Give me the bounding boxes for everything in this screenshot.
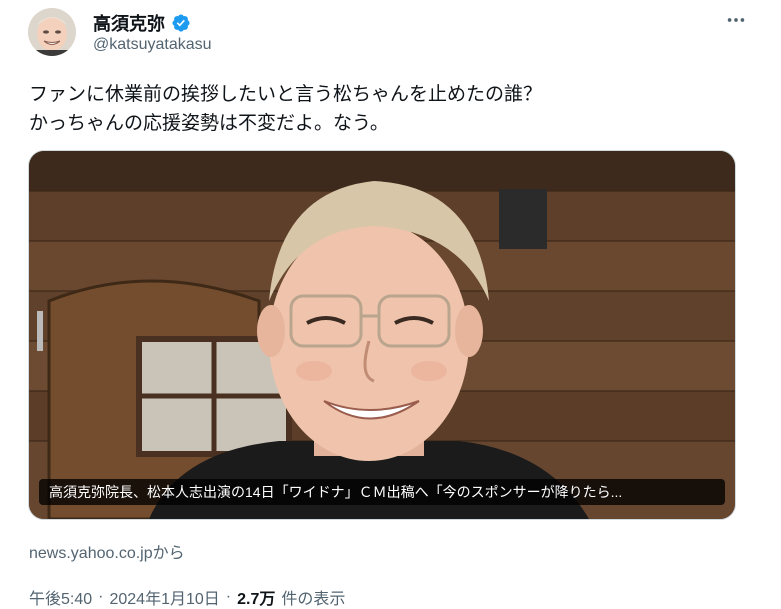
author-handle[interactable]: @katsuyatakasu — [93, 36, 212, 54]
meta-separator: · — [225, 588, 232, 605]
tweet-meta: 午後5:40 · 2024年1月10日 · 2.7万 件の表示 — [29, 585, 345, 609]
more-horizontal-icon — [727, 18, 745, 22]
tweet-text-line-2: かっちゃんの応援姿勢は不変だよ。なう。 — [29, 113, 389, 134]
views-count: 2.7万 — [237, 591, 276, 608]
link-card-image[interactable]: 高須克弥院長、松本人志出演の14日「ワイドナ」ＣＭ出稿へ「今のスポンサーが降りた… — [28, 150, 736, 520]
meta-separator: · — [98, 588, 104, 605]
tweet-date[interactable]: 2024年1月10日 — [109, 585, 219, 609]
news-photo — [29, 151, 735, 519]
verified-badge-icon — [172, 14, 190, 32]
tweet-text-line-1: ファンに休業前の挨拶したいと言う松ちゃんを止めたの誰？ — [29, 84, 543, 105]
link-card-caption[interactable]: 高須克弥院長、松本人志出演の14日「ワイドナ」ＣＭ出稿へ「今のスポンサーが降りた… — [39, 479, 725, 505]
views-label: 件の表示 — [281, 591, 346, 608]
tweet-time[interactable]: 午後5:40 — [29, 585, 92, 609]
more-options-button[interactable] — [719, 8, 753, 32]
tweet-card: 高須克弥 @katsuyatakasu ファンに休業前の挨拶したいと言う松ちゃん… — [0, 0, 781, 608]
avatar-image — [28, 8, 76, 56]
avatar[interactable] — [28, 8, 76, 56]
tweet-text: ファンに休業前の挨拶したいと言う松ちゃんを止めたの誰？ かっちゃんの応援姿勢は不… — [29, 80, 729, 138]
link-source[interactable]: news.yahoo.co.jpから — [29, 539, 185, 563]
author-display-name[interactable]: 高須克弥 — [93, 10, 165, 36]
author-name-row[interactable]: 高須克弥 — [93, 10, 191, 36]
